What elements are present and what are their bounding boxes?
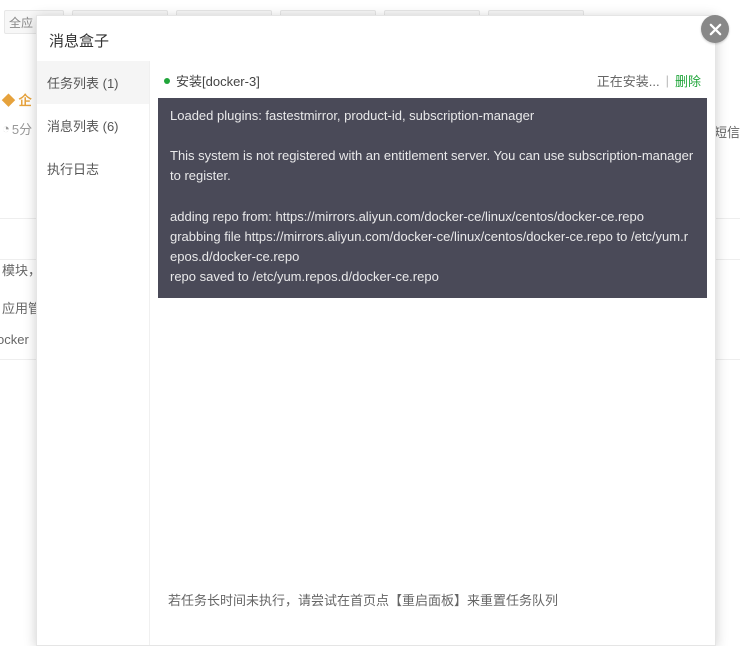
sidebar: 任务列表 (1)消息列表 (6)执行日志 xyxy=(37,61,150,645)
close-icon xyxy=(708,22,723,37)
spacer xyxy=(158,298,707,572)
clock-icon: ◔ xyxy=(2,121,10,136)
close-button[interactable] xyxy=(701,15,729,43)
sidebar-item[interactable]: 消息列表 (6) xyxy=(37,104,149,147)
console-output[interactable]: Loaded plugins: fastestmirror, product-i… xyxy=(158,98,707,298)
bg-row-label: ocker xyxy=(0,332,29,347)
sidebar-item[interactable]: 执行日志 xyxy=(37,147,149,190)
bg-warning: ◆ 企 xyxy=(2,90,32,109)
bg-clock: ◔5分 xyxy=(2,119,32,138)
sidebar-item[interactable]: 任务列表 (1) xyxy=(37,61,149,104)
task-title: 安装[docker-3] xyxy=(176,71,597,90)
task-status: 正在安装... xyxy=(597,71,660,90)
delete-link[interactable]: 删除 xyxy=(675,71,701,90)
modal-body: 任务列表 (1)消息列表 (6)执行日志 安装[docker-3] 正在安装..… xyxy=(37,61,715,645)
task-header: 安装[docker-3] 正在安装... | 删除 xyxy=(158,61,707,98)
status-dot-icon xyxy=(164,78,170,84)
separator: | xyxy=(666,73,669,88)
footer-hint: 若任务长时间未执行，请尝试在首页点【重启面板】来重置任务队列 xyxy=(158,572,707,645)
message-box-modal: 消息盒子 任务列表 (1)消息列表 (6)执行日志 安装[docker-3] 正… xyxy=(36,15,716,646)
main-panel: 安装[docker-3] 正在安装... | 删除 Loaded plugins… xyxy=(150,61,715,645)
modal-title: 消息盒子 xyxy=(37,16,715,61)
